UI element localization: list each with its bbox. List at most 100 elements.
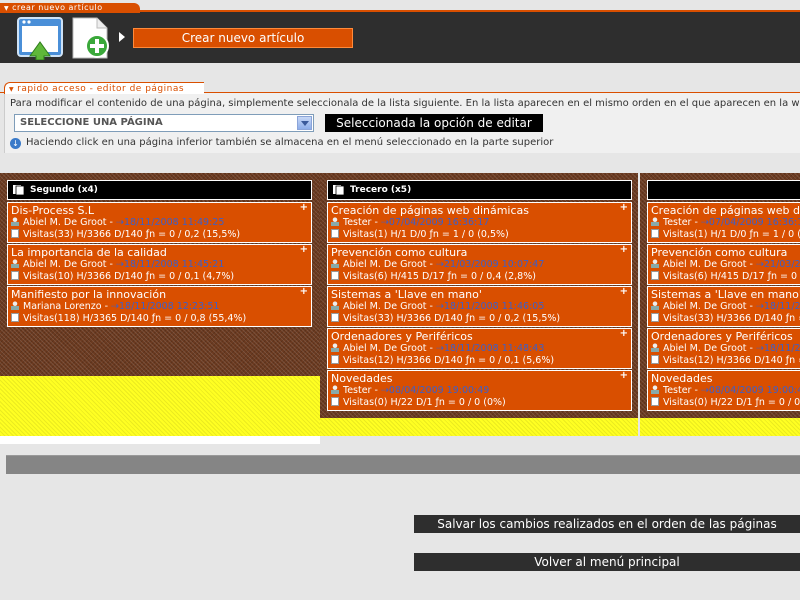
stats-icon bbox=[651, 229, 659, 238]
page-card[interactable]: Dis-Process S.L + Abiel M. De Groot - ⇢1… bbox=[7, 202, 312, 243]
stats-icon bbox=[11, 313, 19, 322]
save-order-button[interactable]: Salvar los cambios realizados en el orde… bbox=[414, 515, 800, 533]
page-author: Tester - bbox=[343, 217, 381, 228]
horizontal-scrollbar[interactable] bbox=[6, 455, 800, 474]
page-title[interactable]: Manifiesto por la innovación bbox=[11, 288, 166, 301]
page-card[interactable]: Prevención como cultura Abiel M. De Groo… bbox=[647, 244, 800, 285]
page-title[interactable]: Sistemas a 'Llave en mano' bbox=[331, 288, 482, 301]
arrow-icon: ⇢ bbox=[755, 301, 764, 312]
page-author: Abiel M. De Groot - bbox=[343, 301, 436, 312]
back-to-menu-button[interactable]: Volver al menú principal bbox=[414, 553, 800, 571]
user-icon bbox=[651, 217, 659, 226]
plus-icon[interactable]: + bbox=[300, 287, 308, 297]
page-select[interactable]: SELECCIONE UNA PÁGINA bbox=[14, 114, 314, 132]
stats-icon bbox=[651, 313, 659, 322]
page-card[interactable]: Novedades Tester - ⇢08/04/2009 19:00:49 … bbox=[647, 370, 800, 411]
page-card[interactable]: Creación de páginas web dinámicas Tester… bbox=[647, 202, 800, 243]
plus-icon[interactable]: + bbox=[620, 203, 628, 213]
page-title[interactable]: Prevención como cultura bbox=[651, 246, 787, 259]
plus-icon[interactable]: + bbox=[620, 245, 628, 255]
user-icon bbox=[331, 301, 339, 310]
page-date: 21/03/2009 10:07:47 bbox=[763, 259, 800, 270]
page-date: 18/11/2008 11:49:25 bbox=[123, 217, 225, 228]
page-author: Abiel M. De Groot - bbox=[343, 343, 436, 354]
arrow-icon: ⇢ bbox=[380, 217, 389, 228]
window-icon[interactable] bbox=[16, 16, 64, 60]
arrow-icon: ⇢ bbox=[435, 301, 444, 312]
new-document-icon[interactable] bbox=[67, 16, 115, 60]
page-date: 18/11/2008 11:46:05 bbox=[763, 301, 800, 312]
section-tab-quick-access: ▼ rapido acceso - editor de páginas bbox=[4, 82, 204, 94]
user-icon bbox=[331, 259, 339, 268]
page-column: Segundo (x4) Dis-Process S.L + Abiel M. … bbox=[0, 173, 320, 453]
page-title[interactable]: Sistemas a 'Llave en mano' bbox=[651, 288, 800, 301]
user-icon bbox=[331, 385, 339, 394]
page-title[interactable]: Novedades bbox=[651, 372, 712, 385]
section-label: crear nuevo artículo bbox=[12, 3, 103, 12]
arrow-icon: ⇢ bbox=[380, 385, 389, 396]
stats-icon bbox=[651, 355, 659, 364]
page-card[interactable]: La importancia de la calidad + Abiel M. … bbox=[7, 244, 312, 285]
page-title[interactable]: Ordenadores y Periféricos bbox=[331, 330, 473, 343]
column-header bbox=[647, 180, 800, 200]
plus-icon[interactable]: + bbox=[620, 329, 628, 339]
page-stats: Visitas(0) H/22 D/1 ƒn = 0 / 0 (0%) bbox=[663, 397, 800, 408]
page-stats: Visitas(118) H/3365 D/140 ƒn = 0 / 0,8 (… bbox=[23, 313, 247, 324]
triangle-icon: ▼ bbox=[9, 86, 15, 93]
stats-icon bbox=[651, 271, 659, 280]
page-card[interactable]: Ordenadores y Periféricos + Abiel M. De … bbox=[327, 328, 632, 369]
page-stats: Visitas(0) H/22 D/1 ƒn = 0 / 0 (0%) bbox=[343, 397, 506, 408]
column-drop-zone[interactable] bbox=[640, 418, 800, 436]
user-icon bbox=[651, 343, 659, 352]
page-title[interactable]: Dis-Process S.L bbox=[11, 204, 94, 217]
plus-icon[interactable]: + bbox=[620, 371, 628, 381]
page-stats: Visitas(6) H/415 D/17 ƒn = 0 / 0,4 (2,8%… bbox=[343, 271, 536, 282]
page-card[interactable]: Novedades + Tester - ⇢08/04/2009 19:00:4… bbox=[327, 370, 632, 411]
page-author: Tester - bbox=[663, 385, 701, 396]
page-author: Tester - bbox=[343, 385, 381, 396]
page-date: 21/03/2009 10:07:47 bbox=[443, 259, 545, 270]
page-card[interactable]: Manifiesto por la innovación + Mariana L… bbox=[7, 286, 312, 327]
user-icon bbox=[651, 301, 659, 310]
page-stats: Visitas(12) H/3366 D/140 ƒn = 0 / 0,1 (5… bbox=[343, 355, 555, 366]
page-date: 08/04/2009 19:00:49 bbox=[708, 385, 800, 396]
column-drop-zone[interactable] bbox=[0, 376, 320, 436]
create-article-button[interactable]: Crear nuevo artículo bbox=[133, 28, 353, 48]
user-icon bbox=[331, 217, 339, 226]
chevron-down-icon[interactable] bbox=[297, 116, 312, 130]
column-drop-zone[interactable] bbox=[320, 418, 638, 436]
plus-icon[interactable]: + bbox=[300, 245, 308, 255]
stats-icon bbox=[651, 397, 659, 406]
column-header-label: Trecero (x5) bbox=[350, 185, 412, 195]
page-card[interactable]: Sistemas a 'Llave en mano' Abiel M. De G… bbox=[647, 286, 800, 327]
column-footer bbox=[0, 436, 320, 444]
page-title[interactable]: Creación de páginas web dinámicas bbox=[651, 204, 800, 217]
user-icon bbox=[11, 259, 19, 268]
page-author: Abiel M. De Groot - bbox=[663, 301, 756, 312]
page-card[interactable]: Prevención como cultura + Abiel M. De Gr… bbox=[327, 244, 632, 285]
page-card[interactable]: Sistemas a 'Llave en mano' + Abiel M. De… bbox=[327, 286, 632, 327]
plus-icon[interactable]: + bbox=[620, 287, 628, 297]
page-date: 18/11/2008 12:23:51 bbox=[118, 301, 220, 312]
page-title[interactable]: Creación de páginas web dinámicas bbox=[331, 204, 529, 217]
arrow-icon: ⇢ bbox=[111, 301, 119, 312]
page-stats: Visitas(6) H/415 D/17 ƒn = 0 / 0,4 (2,8%… bbox=[663, 271, 800, 282]
plus-icon[interactable]: + bbox=[300, 203, 308, 213]
page-card[interactable]: Ordenadores y Periféricos Abiel M. De Gr… bbox=[647, 328, 800, 369]
page-author: Abiel M. De Groot - bbox=[343, 259, 436, 270]
user-icon bbox=[331, 343, 339, 352]
quick-access-description: Para modificar el contenido de una págin… bbox=[10, 98, 800, 109]
page-author: Tester - bbox=[663, 217, 701, 228]
pages-icon bbox=[13, 185, 25, 195]
arrow-icon: ⇢ bbox=[115, 217, 124, 228]
page-title[interactable]: Ordenadores y Periféricos bbox=[651, 330, 793, 343]
arrow-icon: ⇢ bbox=[700, 217, 709, 228]
arrow-icon: ⇢ bbox=[435, 343, 444, 354]
page-title[interactable]: La importancia de la calidad bbox=[11, 246, 167, 259]
page-title[interactable]: Novedades bbox=[331, 372, 392, 385]
page-title[interactable]: Prevención como cultura bbox=[331, 246, 467, 259]
info-icon: ↓ bbox=[10, 138, 21, 149]
page-column: Trecero (x5) Creación de páginas web din… bbox=[320, 173, 638, 438]
page-card[interactable]: Creación de páginas web dinámicas + Test… bbox=[327, 202, 632, 243]
page-date: 18/11/2008 11:48:43 bbox=[763, 343, 800, 354]
